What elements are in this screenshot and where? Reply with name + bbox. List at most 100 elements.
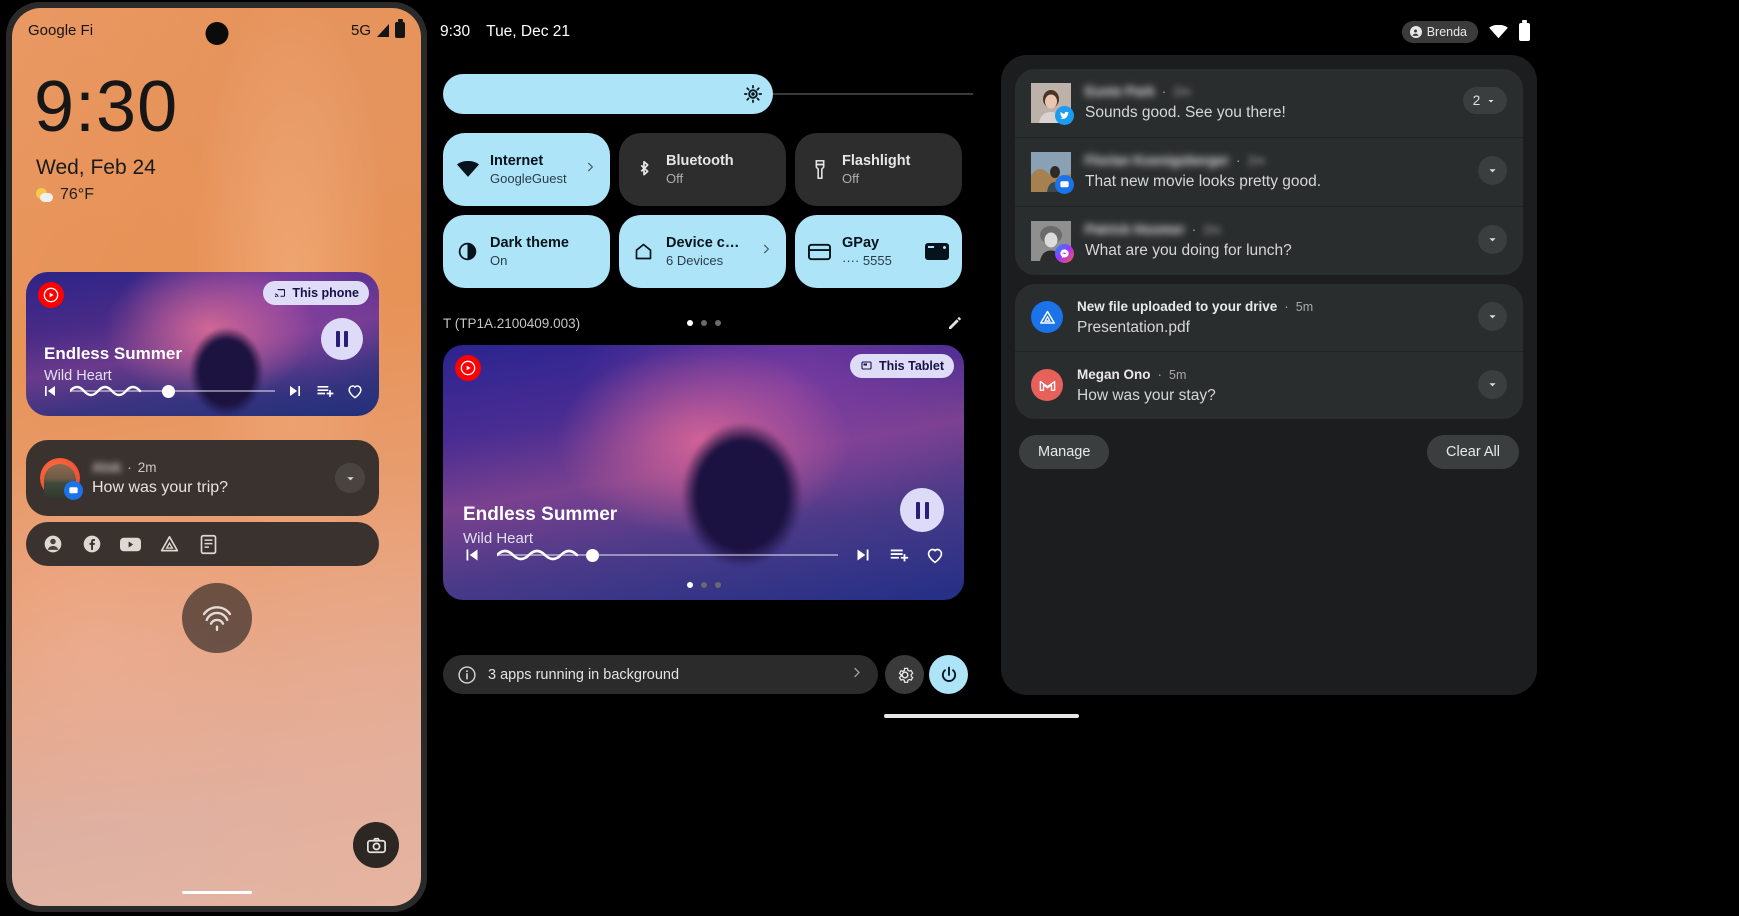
page-dot[interactable] (686, 582, 693, 588)
notification-header: New file uploaded to your drive · 5m (1077, 299, 1464, 314)
notification-count-badge[interactable]: 2 (1463, 87, 1507, 114)
camera-shortcut-button[interactable] (353, 822, 399, 868)
camera-icon (366, 837, 386, 853)
cast-target-button[interactable]: This phone (263, 281, 369, 305)
notification-item[interactable]: Megan Ono · 5m How was your stay? (1015, 351, 1523, 419)
screen-root: Google Fi 5G 9:30 Wed, Feb 24 76°F This … (0, 0, 1739, 916)
flashlight-icon (808, 158, 831, 181)
add-to-queue-icon[interactable] (888, 544, 910, 566)
pause-icon[interactable] (321, 318, 363, 360)
brightness-slider-fill[interactable] (443, 74, 773, 114)
avatar (40, 458, 83, 500)
chevron-down-icon[interactable] (1478, 302, 1507, 331)
notification-item[interactable]: Eunie Park · 2m Sounds good. See you the… (1015, 69, 1523, 137)
user-avatar-icon (1409, 26, 1422, 38)
tablet-media-card[interactable]: This Tablet Endless Summer Wild Heart (443, 345, 964, 600)
qs-tile-flashlight[interactable]: Flashlight Off (795, 133, 962, 206)
power-button[interactable] (929, 655, 968, 694)
gpay-card-thumbnail (925, 243, 949, 260)
tile-label: GPay (842, 235, 880, 251)
lockscreen-weather[interactable]: 76°F (36, 186, 421, 204)
progress-thumb[interactable] (162, 384, 176, 398)
battery-icon (395, 19, 405, 38)
home-indicator[interactable] (181, 891, 252, 894)
notification-title: New file uploaded to your drive (1077, 299, 1278, 314)
notification-sender: Alok (92, 459, 122, 475)
chevron-right-icon[interactable] (759, 242, 773, 261)
skip-previous-icon[interactable] (461, 544, 483, 566)
media-page-indicator[interactable] (686, 582, 721, 588)
notification-item[interactable]: Florian Koenigsberger · 2m That new movi… (1015, 137, 1523, 206)
page-dot[interactable] (700, 582, 707, 588)
manage-button[interactable]: Manage (1019, 435, 1110, 469)
build-info-row: T (TP1A.2100409.003) (443, 310, 964, 336)
qs-tile-dark-theme[interactable]: Dark theme On (443, 215, 610, 288)
cast-target-label: This phone (292, 286, 359, 300)
notification-message: How was your trip? (92, 478, 229, 496)
page-dot[interactable] (686, 320, 693, 326)
gmail-icon (1031, 369, 1063, 401)
google-keep-icon[interactable] (198, 534, 219, 555)
skip-next-icon[interactable] (285, 381, 305, 401)
page-dot[interactable] (700, 320, 707, 326)
skip-next-icon[interactable] (852, 544, 874, 566)
youtube-icon[interactable] (120, 534, 141, 555)
qs-tile-internet[interactable]: Internet GoogleGuest (443, 133, 610, 206)
add-to-queue-icon[interactable] (315, 381, 335, 401)
media-title: Endless Summer (463, 504, 618, 525)
tablet-home-indicator[interactable] (884, 714, 1079, 718)
notification-time: 2m (1247, 153, 1265, 168)
heart-icon[interactable] (924, 544, 946, 566)
brightness-icon (743, 84, 763, 104)
skip-previous-icon[interactable] (40, 381, 60, 401)
facebook-icon[interactable] (81, 534, 102, 555)
clear-all-button[interactable]: Clear All (1427, 435, 1519, 469)
apps-running-button[interactable]: 3 apps running in background (443, 655, 878, 694)
brightness-slider[interactable] (443, 74, 973, 114)
twitter-icon (1055, 106, 1074, 125)
chevron-right-icon[interactable] (849, 665, 864, 684)
chevron-right-icon[interactable] (583, 160, 597, 179)
user-switcher-chip[interactable]: Brenda (1401, 21, 1478, 43)
tablet-icon (861, 361, 872, 370)
notification-sender: Patrick Hoomer (1085, 222, 1185, 237)
contact-avatar-icon[interactable] (42, 534, 63, 555)
page-dot[interactable] (714, 320, 721, 326)
google-drive-icon[interactable] (159, 534, 180, 555)
pencil-icon[interactable] (946, 314, 964, 332)
notification-item[interactable]: New file uploaded to your drive · 5m Pre… (1015, 284, 1523, 351)
notification-time: 2m (137, 459, 157, 475)
progress-thumb[interactable] (586, 548, 600, 562)
notification-item[interactable]: Patrick Hoomer · 2m What are you doing f… (1015, 206, 1523, 275)
waveform-progress-icon (497, 549, 579, 561)
notification-time: 2m (1203, 222, 1221, 237)
brightness-slider-track[interactable] (773, 93, 973, 95)
qs-tile-gpay[interactable]: GPay ···· 5555 (795, 215, 962, 288)
chevron-down-icon[interactable] (1478, 156, 1507, 185)
front-camera-punchhole (205, 22, 228, 45)
chevron-down-icon[interactable] (335, 463, 365, 493)
chevron-down-icon[interactable] (1478, 370, 1507, 399)
power-icon (941, 666, 956, 682)
page-dot[interactable] (714, 582, 721, 588)
partly-cloudy-icon (36, 187, 53, 204)
heart-icon[interactable] (345, 381, 365, 401)
cast-target-button[interactable]: This Tablet (849, 354, 954, 378)
notification-separator: · (127, 459, 132, 475)
notification-message: Sounds good. See you there! (1085, 104, 1286, 121)
tile-label: Flashlight (842, 153, 911, 169)
notification-sender: Megan Ono (1077, 367, 1151, 382)
qs-page-indicator[interactable] (686, 320, 721, 326)
media-progress-slider[interactable] (497, 544, 838, 566)
qs-tile-bluetooth[interactable]: Bluetooth Off (619, 133, 786, 206)
pause-icon[interactable] (900, 488, 944, 532)
avatar (1031, 152, 1074, 194)
fingerprint-sensor-button[interactable] (181, 583, 252, 653)
chevron-down-icon[interactable] (1478, 225, 1507, 254)
settings-button[interactable] (885, 655, 924, 694)
phone-notification[interactable]: Alok · 2m How was your trip? (26, 440, 379, 516)
qs-tile-device-controls[interactable]: Device controls 6 Devices (619, 215, 786, 288)
phone-media-card[interactable]: This phone Endless Summer Wild Heart (26, 272, 379, 416)
notification-time: 5m (1169, 367, 1187, 382)
media-progress-slider[interactable] (70, 380, 275, 402)
